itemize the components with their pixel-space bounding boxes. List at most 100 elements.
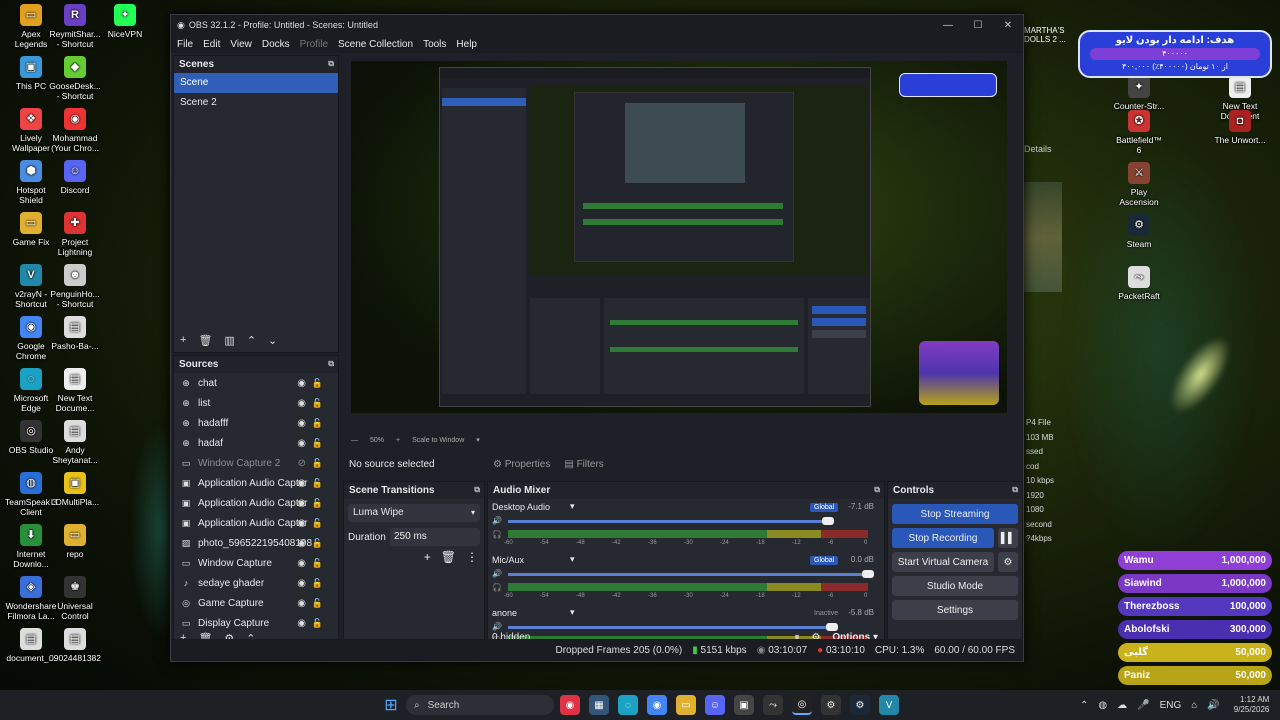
undock-icon[interactable]: ⧉ — [328, 59, 334, 69]
lock-icon[interactable]: 🔓 — [312, 598, 323, 609]
desktop-icon[interactable]: ▭ repo — [49, 524, 101, 559]
remove-scene-button[interactable]: 🗑 — [198, 334, 212, 347]
zoom-out-button[interactable]: — — [351, 437, 358, 444]
chrome-icon[interactable]: ◉ — [647, 695, 667, 715]
settings-button[interactable]: Settings — [892, 600, 1018, 620]
start-virtual-camera-button[interactable]: Start Virtual Camera — [892, 552, 994, 572]
virtual-camera-settings-icon[interactable]: ⚙ — [998, 552, 1018, 572]
tray-app-icon[interactable]: ◍ — [1098, 700, 1107, 711]
chevron-down-icon[interactable]: ▾ — [570, 554, 575, 565]
desktop-icon[interactable]: ♚ Universal Control — [49, 576, 101, 621]
properties-button[interactable]: ⚙ Properties — [493, 459, 550, 470]
menu-help[interactable]: Help — [456, 39, 477, 50]
clock[interactable]: 1:12 AM 9/25/2026 — [1234, 695, 1270, 715]
desktop-icon[interactable]: ▤ New Text Docume... — [49, 368, 101, 413]
chevron-down-icon[interactable]: ▾ — [476, 436, 480, 444]
undock-icon[interactable]: ⧉ — [874, 485, 880, 495]
eye-icon[interactable]: ◉ — [297, 558, 306, 569]
lock-icon[interactable]: 🔓 — [312, 438, 323, 449]
undock-icon[interactable]: ⧉ — [328, 359, 334, 369]
lock-icon[interactable]: 🔓 — [312, 378, 323, 389]
desktop-icon[interactable]: ◆ GooseDesk... - Shortcut — [49, 56, 101, 101]
source-item[interactable]: ♪ sedaye ghader ◉ 🔓 — [174, 573, 338, 593]
desktop-icon[interactable]: ▤ 09024481382 — [49, 628, 101, 663]
volume-icon[interactable]: 🔊 — [492, 516, 502, 525]
move-down-button[interactable]: ⌄ — [268, 334, 277, 347]
slider-knob[interactable] — [862, 570, 874, 578]
steam-icon[interactable]: ⚙ — [850, 695, 870, 715]
scene-item[interactable]: Scene 2 — [174, 93, 338, 113]
lock-icon[interactable]: 🔓 — [312, 478, 323, 489]
menu-docks[interactable]: Docks — [262, 39, 290, 50]
language-indicator[interactable]: ENG — [1160, 700, 1182, 711]
slider-knob[interactable] — [822, 517, 834, 525]
volume-slider[interactable] — [508, 517, 834, 525]
stop-streaming-button[interactable]: Stop Streaming — [892, 504, 1018, 524]
stop-recording-button[interactable]: Stop Recording — [892, 528, 994, 548]
studio-mode-button[interactable]: Studio Mode — [892, 576, 1018, 596]
chevron-down-icon[interactable]: ▾ — [570, 607, 575, 618]
settings-icon[interactable]: ⚙ — [821, 695, 841, 715]
desktop-icon[interactable]: ⤳ PacketRaft — [1113, 266, 1165, 301]
menu-edit[interactable]: Edit — [203, 39, 220, 50]
lock-icon[interactable]: 🔓 — [312, 538, 323, 549]
discord-icon[interactable]: ☺ — [705, 695, 725, 715]
obs-taskbar-icon[interactable]: ◎ — [792, 695, 812, 715]
desktop-icon[interactable]: ⚔ Play Ascension — [1113, 162, 1165, 207]
source-item[interactable]: ⊕ hadafff ◉ 🔓 — [174, 413, 338, 433]
lock-icon[interactable]: 🔓 — [312, 558, 323, 569]
eye-icon[interactable]: ◉ — [297, 498, 306, 509]
title-bar[interactable]: ◉ OBS 32.1.2 - Profile: Untitled - Scene… — [171, 15, 1023, 35]
transition-menu-icon[interactable]: ⋮ — [466, 550, 478, 564]
preview-canvas[interactable] — [351, 61, 1007, 429]
menu-view[interactable]: View — [230, 39, 252, 50]
file-explorer-icon[interactable]: ▭ — [676, 695, 696, 715]
source-item[interactable]: ▨ photo_596522195408198 ◉ 🔓 — [174, 533, 338, 553]
source-item[interactable]: ⊕ chat ◉ 🔓 — [174, 373, 338, 393]
eye-slash-icon[interactable]: ⊘ — [298, 458, 306, 469]
lock-icon[interactable]: 🔓 — [312, 418, 323, 429]
source-item[interactable]: ▭ Window Capture 2 ⊘ 🔓 — [174, 453, 338, 473]
chevron-up-icon[interactable]: ⌃ — [1080, 700, 1088, 711]
eye-icon[interactable]: ◉ — [297, 438, 306, 449]
add-scene-button[interactable]: + — [180, 334, 186, 346]
lock-icon[interactable]: 🔓 — [312, 498, 323, 509]
source-item[interactable]: ▣ Application Audio Captur ◉ 🔓 — [174, 493, 338, 513]
desktop-icon[interactable]: ▣ LDMultiPla... — [49, 472, 101, 507]
taskbar-app-icon[interactable]: ▣ — [734, 695, 754, 715]
menu-profile[interactable]: Profile — [300, 39, 328, 50]
desktop-icon[interactable]: ▤ Andy Sheytanat... — [49, 420, 101, 465]
lock-icon[interactable]: 🔓 — [312, 458, 323, 469]
monitor-audio-icon[interactable]: 🎧 — [492, 583, 502, 592]
eye-icon[interactable]: ◉ — [297, 538, 306, 549]
source-item[interactable]: ▣ Application Audio Captur ◉ 🔓 — [174, 473, 338, 493]
v2rayn-icon[interactable]: V — [879, 695, 899, 715]
taskbar-search[interactable]: ⌕ Search — [406, 695, 554, 715]
scene-filters-button[interactable]: ▥ — [224, 334, 234, 347]
lock-icon[interactable]: 🔓 — [312, 578, 323, 589]
eye-icon[interactable]: ◉ — [297, 398, 306, 409]
lock-icon[interactable]: 🔓 — [312, 518, 323, 529]
desktop-icon[interactable]: R ReymitShar... - Shortcut — [49, 4, 101, 49]
remove-transition-button[interactable]: 🗑 — [441, 550, 456, 564]
source-item[interactable]: ⊕ list ◉ 🔓 — [174, 393, 338, 413]
source-item[interactable]: ⊕ hadaf ◉ 🔓 — [174, 433, 338, 453]
volume-slider[interactable] — [508, 570, 874, 578]
pause-recording-button[interactable]: ▌▌ — [998, 528, 1018, 548]
scene-item[interactable]: Scene — [174, 73, 338, 93]
filters-button[interactable]: ▤ Filters — [564, 459, 603, 470]
eye-icon[interactable]: ◉ — [297, 518, 306, 529]
scale-mode[interactable]: Scale to Window — [412, 437, 464, 444]
source-item[interactable]: ◎ Game Capture ◉ 🔓 — [174, 593, 338, 613]
monitor-audio-icon[interactable]: 🎧 — [492, 530, 502, 539]
close-button[interactable]: ✕ — [993, 20, 1023, 31]
transition-select[interactable]: Luma Wipe ▾ — [348, 504, 480, 522]
mic-icon[interactable]: 🎤 — [1137, 700, 1149, 711]
network-icon[interactable]: ⌂ — [1191, 700, 1197, 711]
eye-icon[interactable]: ◉ — [297, 618, 306, 629]
tray-app-icon[interactable]: ☁ — [1117, 700, 1127, 711]
eye-icon[interactable]: ◉ — [297, 578, 306, 589]
volume-icon[interactable]: 🔊 — [492, 569, 502, 578]
duration-spinbox[interactable]: 250 ms — [390, 528, 480, 546]
add-transition-button[interactable]: + — [424, 550, 431, 564]
